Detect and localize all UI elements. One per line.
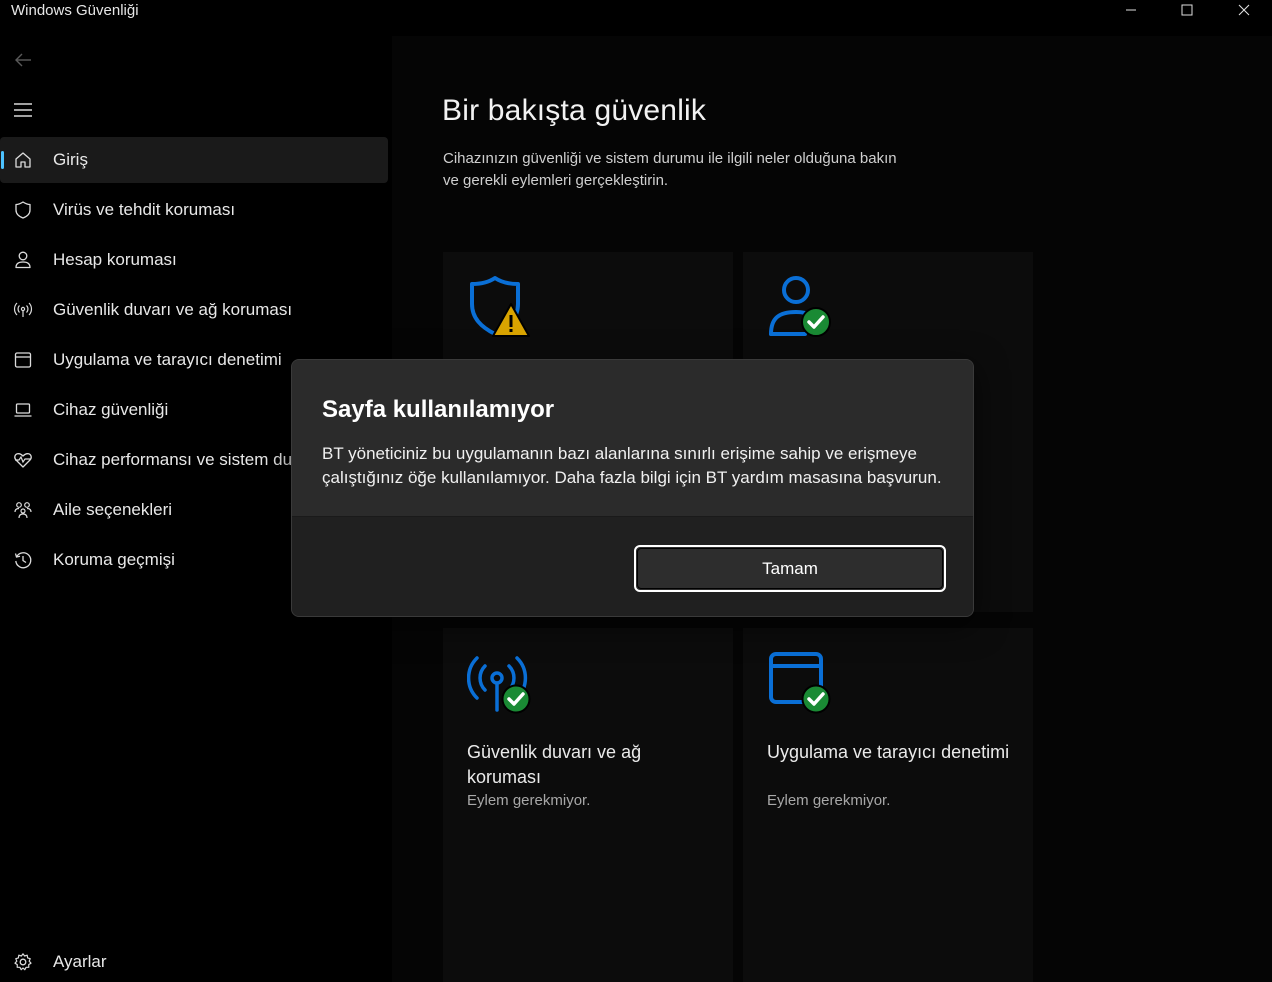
dialog-body: Sayfa kullanılamıyor BT yöneticiniz bu u… xyxy=(292,360,973,516)
ok-button[interactable]: Tamam xyxy=(634,545,946,592)
content-dialog: Sayfa kullanılamıyor BT yöneticiniz bu u… xyxy=(291,359,974,617)
dialog-footer: Tamam xyxy=(292,516,973,616)
dialog-title: Sayfa kullanılamıyor xyxy=(322,396,555,423)
dialog-message: BT yöneticiniz bu uygulamanın bazı alanl… xyxy=(322,444,942,487)
dialog-overlay: Sayfa kullanılamıyor BT yöneticiniz bu u… xyxy=(0,0,1272,982)
